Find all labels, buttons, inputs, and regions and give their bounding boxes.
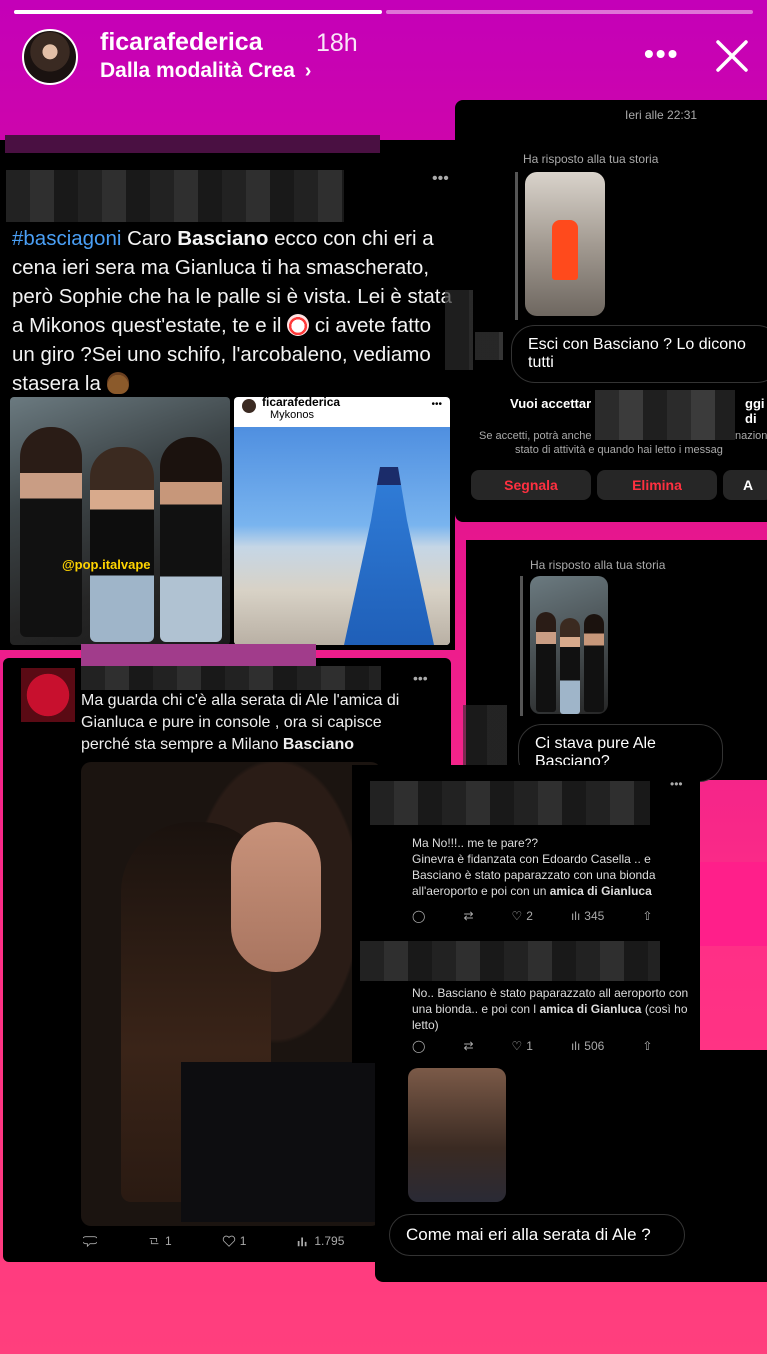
- redacted-reply-author: [370, 781, 650, 825]
- pink-accent-block: [700, 862, 767, 946]
- reply-1-retweet-icon[interactable]: ⇄: [463, 909, 473, 923]
- reply-1-like-button[interactable]: ♡ 2: [512, 909, 533, 923]
- reply-2-actions: ◯ ⇄ ♡ 1 ılı 506 ⇧: [412, 1039, 652, 1053]
- story-progress-2: [386, 10, 753, 14]
- retweet-button[interactable]: 1: [147, 1234, 172, 1248]
- reply-2-retweet-icon[interactable]: ⇄: [463, 1039, 473, 1053]
- like-button[interactable]: 1: [222, 1234, 246, 1248]
- views-stat[interactable]: 1.795: [296, 1234, 344, 1248]
- hashtag-link[interactable]: #basciagoni: [12, 227, 121, 250]
- post-time: 18h: [316, 29, 358, 57]
- chevron-right-icon: ›: [304, 60, 312, 82]
- story-thumbnail-3[interactable]: [408, 1068, 506, 1202]
- reply-card-2: No.. Basciano è stato paparazzato all ae…: [352, 933, 700, 1063]
- accept-button[interactable]: A: [723, 470, 767, 500]
- dm-card-1: Ieri alle 22:31 Ha risposto alla tua sto…: [455, 100, 767, 522]
- create-mode-link[interactable]: Dalla modalità Crea ›: [100, 59, 311, 83]
- reply-1-text: Ma No!!!.. me te pare?? Ginevra è fidanz…: [412, 836, 656, 898]
- reply-1-actions: ◯ ⇄ ♡ 2 ılı 345 ⇧: [412, 909, 652, 923]
- tweet-2-photo[interactable]: [81, 762, 381, 1226]
- views-icon: [298, 1237, 307, 1247]
- insta-username: ficarafederica: [262, 397, 341, 409]
- delete-button[interactable]: Elimina: [597, 470, 717, 500]
- reply-1-views[interactable]: ılı 345: [571, 909, 604, 923]
- redacted-avatar-2: [463, 705, 507, 765]
- more-options-icon[interactable]: •••: [644, 38, 679, 70]
- redacted-bar: [5, 135, 380, 153]
- tweet-2-text: Ma guarda chi c'è alla serata di Ale l'a…: [81, 692, 400, 753]
- clown-emoji-icon: [287, 314, 310, 336]
- tweet-photo-three-women[interactable]: @pop.italvape: [10, 397, 230, 645]
- reply-story-label-2: Ha risposto alla tua storia: [530, 558, 666, 572]
- redacted-author-2: [81, 666, 381, 690]
- redacted-bar-2: [81, 644, 316, 666]
- avatar[interactable]: [22, 29, 78, 85]
- dm-card-3: Come mai eri alla serata di Ale ?: [375, 1050, 767, 1282]
- redacted-request-name: [595, 390, 735, 440]
- story-progress-1: [14, 10, 382, 14]
- retweet-icon: [149, 1237, 159, 1245]
- tweet-2-actions: 1 1 1.795: [83, 1234, 344, 1248]
- reply-2-like-button[interactable]: ♡ 1: [512, 1039, 533, 1053]
- reply-2-text: No.. Basciano è stato paparazzato all ae…: [412, 986, 689, 1032]
- tweet-card-1: ••• #basciagoni Caro Basciano ecco con c…: [0, 135, 455, 650]
- reply-card-1: ••• Ma No!!!.. me te pare?? Ginevra è fi…: [352, 765, 700, 933]
- insta-more-icon: •••: [431, 399, 442, 410]
- reply-2-share-icon[interactable]: ⇧: [642, 1039, 652, 1053]
- reply-1-share-icon[interactable]: ⇧: [642, 909, 652, 923]
- dm-message-3: Come mai eri alla serata di Ale ?: [389, 1214, 685, 1256]
- redacted-strip: [445, 290, 473, 370]
- close-icon[interactable]: [712, 36, 752, 76]
- tweet-2-more-icon[interactable]: •••: [413, 670, 428, 686]
- sender-avatar-redacted: [475, 332, 503, 360]
- reply-story-label: Ha risposto alla tua storia: [523, 152, 659, 166]
- insta-avatar: [242, 399, 256, 413]
- reply-1-reply-icon[interactable]: ◯: [412, 909, 425, 923]
- redacted-reply-author-2: [360, 941, 660, 981]
- request-title: Vuoi accettar: [510, 396, 592, 411]
- tweet-1-text: #basciagoni Caro Basciano ecco con chi e…: [12, 227, 452, 395]
- report-button[interactable]: Segnala: [471, 470, 591, 500]
- heart-icon: [222, 1235, 235, 1247]
- reply-icon[interactable]: [83, 1234, 97, 1248]
- redacted-avatar: [21, 668, 75, 722]
- tweet-more-icon[interactable]: •••: [432, 170, 449, 188]
- story-thumbnail-2[interactable]: [530, 576, 608, 714]
- insta-location: Mykonos: [270, 409, 315, 421]
- poop-emoji-icon: [106, 372, 129, 394]
- reply-2-reply-icon[interactable]: ◯: [412, 1039, 425, 1053]
- redacted-author: [6, 170, 344, 222]
- reply-2-views[interactable]: ılı 506: [571, 1039, 604, 1053]
- reply-1-more-icon[interactable]: •••: [670, 777, 683, 791]
- dm-message-1: Esci con Basciano ? Lo dicono tutti: [511, 325, 767, 383]
- story-thumbnail-1[interactable]: [525, 172, 605, 316]
- dm-card-2: Ha risposto alla tua storia Ci stava pur…: [466, 540, 767, 782]
- tweet-photo-mykonos[interactable]: ficarafederica Mykonos •••: [234, 397, 450, 645]
- watermark-label: @pop.italvape: [62, 557, 151, 572]
- create-mode-label: Dalla modalità Crea: [100, 59, 295, 82]
- dm-timestamp: Ieri alle 22:31: [625, 108, 698, 122]
- username[interactable]: ficarafederica: [100, 28, 263, 57]
